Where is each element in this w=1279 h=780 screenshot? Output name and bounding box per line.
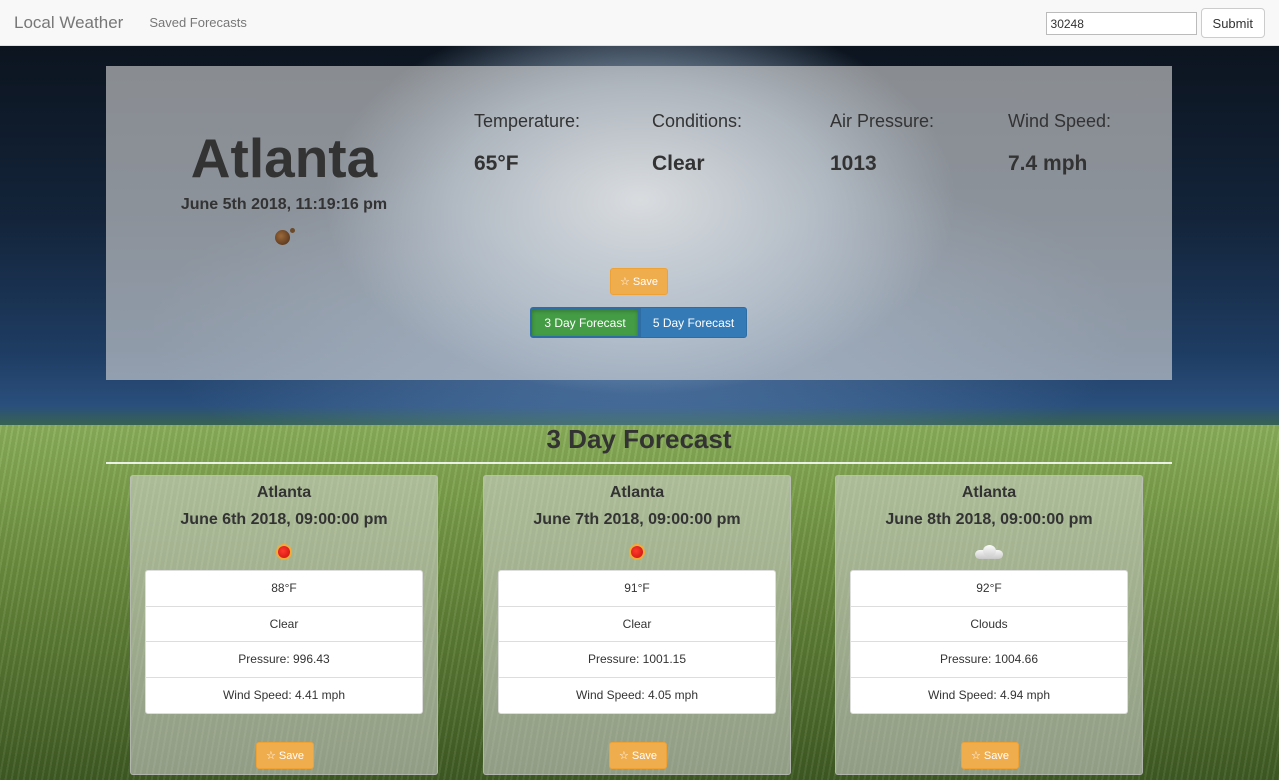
forecast-card-pressure: Pressure: 1001.15 xyxy=(499,642,775,678)
current-datetime: June 5th 2018, 11:19:16 pm xyxy=(180,196,388,213)
forecast-divider xyxy=(106,462,1172,464)
current-city-name: Atlanta xyxy=(190,127,378,189)
forecast-card-temp: 91°F xyxy=(499,571,775,607)
sun-icon xyxy=(628,543,646,561)
save-forecast-button[interactable]: ☆ Save xyxy=(609,742,667,769)
forecast-card-pressure: Pressure: 1004.66 xyxy=(851,642,1127,678)
current-city-block: Atlanta June 5th 2018, 11:19:16 pm xyxy=(106,126,462,250)
forecast-card-city: Atlanta xyxy=(256,484,312,501)
forecast-card-icon-wrap xyxy=(484,537,790,567)
forecast-card-city: Atlanta xyxy=(609,484,665,501)
forecast-card-condition: Clear xyxy=(499,607,775,642)
forecast-card-wind: Wind Speed: 4.05 mph xyxy=(575,688,699,703)
stat-air-pressure: Air Pressure: 1013 xyxy=(830,111,934,176)
forecast-card-condition: Clear xyxy=(146,607,422,642)
stat-conditions: Conditions: Clear xyxy=(652,111,742,176)
navbar: Local Weather Saved Forecasts Submit xyxy=(0,0,1279,46)
forecast-heading: 3 Day Forecast xyxy=(546,424,732,454)
forecast-card-icon-wrap xyxy=(131,537,437,567)
submit-button[interactable]: Submit xyxy=(1200,8,1265,38)
stat-air-pressure-value: 1013 xyxy=(830,152,877,175)
save-forecast-button[interactable]: ☆ Save xyxy=(256,742,314,769)
forecast-card-icon-wrap xyxy=(836,537,1142,567)
forecast-card-pressure: Pressure: 996.43 xyxy=(146,642,422,678)
forecast-card: Atlanta June 7th 2018, 09:00:00 pm 91°F … xyxy=(483,475,791,775)
stat-wind-speed-label: Wind Speed: xyxy=(1008,111,1112,131)
brand-link[interactable]: Local Weather xyxy=(14,13,123,33)
stat-temperature: Temperature: 65°F xyxy=(474,111,580,176)
moon-icon xyxy=(274,228,295,245)
forecast-card-date: June 7th 2018, 09:00:00 pm xyxy=(533,511,741,528)
stat-air-pressure-label: Air Pressure: xyxy=(830,111,935,131)
forecast-card-condition: Clouds xyxy=(851,607,1127,642)
stat-conditions-label: Conditions: xyxy=(652,111,743,131)
stat-wind-speed: Wind Speed: 7.4 mph xyxy=(1008,111,1111,176)
forecast-card-temp: 88°F xyxy=(146,571,422,607)
sun-icon xyxy=(275,543,293,561)
current-weather-panel: Atlanta June 5th 2018, 11:19:16 pm Tempe… xyxy=(106,66,1172,380)
forecast-card-wind: Wind Speed: 4.41 mph xyxy=(222,688,346,703)
stat-wind-speed-value: 7.4 mph xyxy=(1008,152,1088,175)
stat-conditions-value: Clear xyxy=(652,152,705,175)
forecast-card: Atlanta June 6th 2018, 09:00:00 pm 88°F … xyxy=(130,475,438,775)
save-forecast-button[interactable]: ☆ Save xyxy=(961,742,1019,769)
forecast-card: Atlanta June 8th 2018, 09:00:00 pm 92°F … xyxy=(835,475,1143,775)
forecast-card-city: Atlanta xyxy=(961,484,1017,501)
forecast-toggle-group: 3 Day Forecast 5 Day Forecast xyxy=(530,307,747,338)
forecast-card-wind: Wind Speed: 4.94 mph xyxy=(927,688,1051,703)
forecast-card-date: June 6th 2018, 09:00:00 pm xyxy=(180,511,388,528)
forecast-card-details: 88°F Clear Pressure: 996.43 Wind Speed: … xyxy=(145,570,423,714)
three-day-forecast-button[interactable]: 3 Day Forecast xyxy=(530,307,640,338)
forecast-card-temp: 92°F xyxy=(851,571,1127,607)
stat-temperature-value: 65°F xyxy=(474,152,519,175)
cloud-icon xyxy=(975,545,1003,559)
zip-search-form: Submit xyxy=(1045,8,1265,38)
zip-input[interactable] xyxy=(1045,12,1197,35)
five-day-forecast-button[interactable]: 5 Day Forecast xyxy=(640,307,747,338)
save-current-button[interactable]: ☆ Save xyxy=(610,268,668,295)
stat-temperature-label: Temperature: xyxy=(474,111,581,131)
saved-forecasts-link[interactable]: Saved Forecasts xyxy=(149,15,247,30)
forecast-card-date: June 8th 2018, 09:00:00 pm xyxy=(885,511,1093,528)
forecast-card-details: 92°F Clouds Pressure: 1004.66 Wind Speed… xyxy=(850,570,1128,714)
forecast-card-details: 91°F Clear Pressure: 1001.15 Wind Speed:… xyxy=(498,570,776,714)
